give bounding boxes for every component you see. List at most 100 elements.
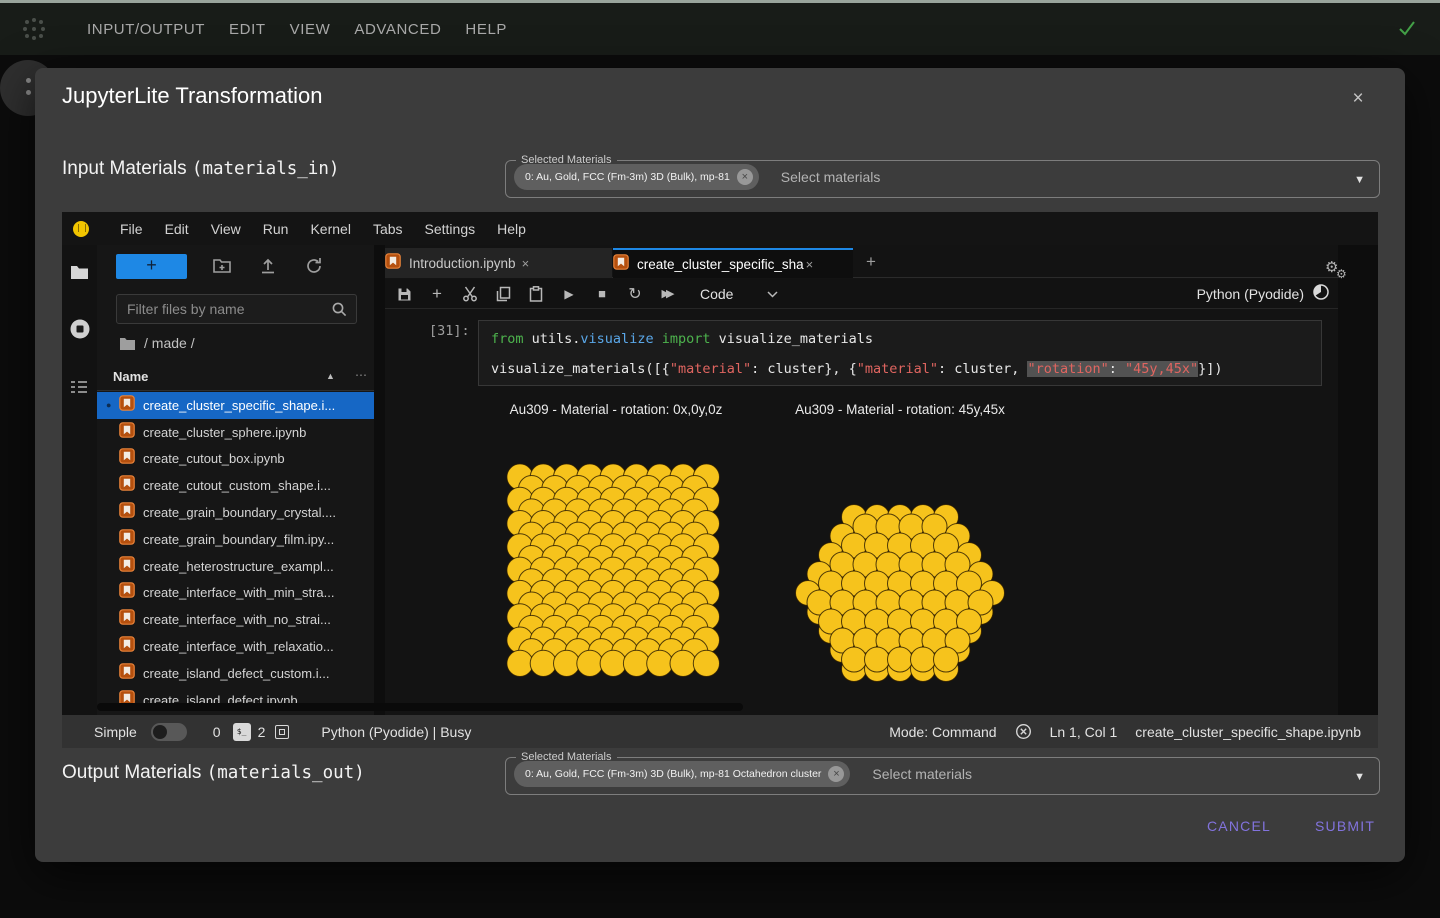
file-row[interactable]: create_grain_boundary_film.ipy... — [97, 526, 374, 553]
simple-mode-label: Simple — [94, 724, 137, 740]
tab-close-icon[interactable]: × — [522, 256, 530, 271]
file-list: ●create_cluster_specific_shape.i...creat… — [97, 392, 374, 714]
jupyter-menu-run[interactable]: Run — [252, 214, 300, 244]
input-materials-code: (materials_in) — [192, 159, 340, 179]
topbar-item-view[interactable]: VIEW — [278, 13, 343, 46]
cancel-button[interactable]: CANCEL — [1207, 818, 1271, 834]
filter-files-input[interactable] — [117, 295, 322, 323]
kernel-name[interactable]: Python (Pyodide) — [1197, 286, 1304, 302]
output-label-1: Au309 - Material - rotation: 0x,0y,0z — [510, 402, 723, 417]
jupyter-menu-file[interactable]: File — [109, 214, 154, 244]
run-cell-icon[interactable]: ▶ — [559, 287, 579, 301]
interrupt-kernel-icon[interactable]: ■ — [592, 286, 612, 301]
file-browser-icon[interactable] — [69, 262, 90, 283]
file-name: create_interface_with_no_strai... — [143, 612, 331, 627]
apps-grid-icon[interactable] — [23, 18, 45, 40]
file-row[interactable]: create_interface_with_min_stra... — [97, 580, 374, 607]
kernels-count[interactable]: 2 — [258, 724, 266, 740]
topbar-item-input-output[interactable]: INPUT/OUTPUT — [75, 13, 217, 46]
notebook-file-icon — [119, 475, 135, 496]
new-launcher-button[interactable]: + — [116, 254, 187, 279]
file-row[interactable]: ●create_cluster_specific_shape.i... — [97, 392, 374, 419]
select-materials-placeholder: Select materials — [872, 766, 972, 782]
file-row[interactable]: create_interface_with_relaxatio... — [97, 633, 374, 660]
code-token: }]) — [1198, 361, 1222, 377]
output-materials-label: Output Materials (materials_out) — [62, 762, 365, 784]
file-row[interactable]: create_interface_with_no_strai... — [97, 606, 374, 633]
notebook-file-icon — [119, 556, 135, 577]
cell-type-chevron-icon[interactable] — [767, 285, 778, 303]
add-tab-button[interactable]: + — [858, 249, 884, 275]
jupyter-menu-edit[interactable]: Edit — [154, 214, 200, 244]
jupyter-menu: FileEditViewRunKernelTabsSettingsHelp — [109, 214, 537, 244]
code-token: "45y,45x" — [1125, 361, 1198, 377]
cut-cell-icon[interactable] — [460, 285, 480, 302]
add-cell-icon[interactable]: + — [427, 284, 447, 304]
horizontal-scrollbar[interactable] — [97, 703, 743, 711]
file-row[interactable]: create_cutout_box.ipynb — [97, 446, 374, 473]
file-name: create_island_defect_custom.i... — [143, 666, 329, 681]
notebook-tab[interactable]: Introduction.ipynb × — [385, 248, 612, 278]
code-token: : cluster, — [938, 361, 1027, 377]
copy-cell-icon[interactable] — [493, 285, 513, 302]
tab-close-icon[interactable]: × — [806, 257, 814, 272]
statusbar-filename: create_cluster_specific_shape.ipynb — [1135, 724, 1361, 740]
jupyter-menu-help[interactable]: Help — [486, 214, 537, 244]
new-folder-icon[interactable] — [212, 256, 232, 276]
remove-material-icon[interactable]: × — [828, 766, 844, 782]
sort-ascending-icon[interactable]: ▲ — [326, 371, 335, 381]
upload-icon[interactable] — [258, 256, 278, 276]
notebook-tab-active[interactable]: create_cluster_specific_sha× — [613, 248, 853, 278]
refresh-icon[interactable] — [304, 256, 324, 276]
jupyter-menu-tabs[interactable]: Tabs — [362, 214, 414, 244]
input-materials-select[interactable]: Selected Materials 0: Au, Gold, FCC (Fm-… — [505, 154, 1380, 198]
file-list-header[interactable]: Name ▲ ⋯ — [97, 364, 374, 391]
topbar-item-advanced[interactable]: ADVANCED — [342, 13, 453, 46]
dialog-close-icon[interactable]: × — [1347, 88, 1369, 110]
dropdown-arrow-icon[interactable]: ▼ — [1354, 174, 1365, 186]
restart-kernel-icon[interactable]: ↻ — [625, 284, 645, 304]
paste-cell-icon[interactable] — [526, 285, 546, 302]
notebook-file-icon — [119, 448, 135, 469]
jupyterlite-app: FileEditViewRunKernelTabsSettingsHelp — [62, 212, 1378, 748]
file-row[interactable]: create_cluster_sphere.ipynb — [97, 419, 374, 446]
notebook-file-icon — [119, 582, 135, 603]
table-of-contents-icon[interactable] — [69, 378, 90, 399]
tab-label: Introduction.ipynb — [409, 256, 516, 271]
settings-gears-icon[interactable]: ⚙⚙ — [1321, 258, 1357, 288]
overflow-menu-icon[interactable]: ⋯ — [355, 368, 367, 382]
restart-run-all-icon[interactable]: ▶▶ — [658, 287, 678, 300]
file-row[interactable]: create_island_defect_custom.i... — [97, 660, 374, 687]
jupyter-menu-kernel[interactable]: Kernel — [299, 214, 361, 244]
material-chip[interactable]: 0: Au, Gold, FCC (Fm-3m) 3D (Bulk), mp-8… — [514, 164, 759, 190]
topbar-item-help[interactable]: HELP — [453, 13, 519, 46]
jupyter-menu-view[interactable]: View — [200, 214, 252, 244]
jupyter-menu-settings[interactable]: Settings — [414, 214, 487, 244]
file-name: create_interface_with_min_stra... — [143, 585, 334, 600]
notebook-file-icon — [119, 609, 135, 630]
command-mode-indicator[interactable]: Mode: Command — [889, 724, 996, 740]
dropdown-arrow-icon[interactable]: ▼ — [1354, 771, 1365, 783]
cursor-position[interactable]: Ln 1, Col 1 — [1050, 724, 1118, 740]
submit-button[interactable]: SUBMIT — [1315, 818, 1375, 834]
code-token: visualize_materials([{ — [491, 361, 670, 377]
file-row[interactable]: create_heterostructure_exampl... — [97, 553, 374, 580]
file-row[interactable]: create_cutout_custom_shape.i... — [97, 472, 374, 499]
terminals-count[interactable]: 0 — [213, 724, 221, 740]
kernel-status-text[interactable]: Python (Pyodide) | Busy — [321, 724, 471, 740]
material-chip[interactable]: 0: Au, Gold, FCC (Fm-3m) 3D (Bulk), mp-8… — [514, 761, 850, 787]
output-materials-select[interactable]: Selected Materials 0: Au, Gold, FCC (Fm-… — [505, 751, 1380, 795]
remove-material-icon[interactable]: × — [737, 169, 753, 185]
running-sessions-icon[interactable] — [69, 318, 90, 339]
code-cell[interactable]: from utils.visualize import visualize_ma… — [478, 320, 1322, 386]
name-column-header[interactable]: Name — [113, 369, 148, 384]
save-icon[interactable] — [394, 285, 414, 301]
file-name: create_interface_with_relaxatio... — [143, 639, 334, 654]
breadcrumb[interactable]: / made / — [119, 335, 195, 351]
cell-type-select[interactable]: Code — [700, 286, 733, 302]
topbar-item-edit[interactable]: EDIT — [217, 13, 278, 46]
file-row[interactable]: create_grain_boundary_crystal.... — [97, 499, 374, 526]
cluster-canvas — [440, 440, 1100, 700]
input-materials-label-text: Input Materials — [62, 158, 192, 179]
simple-mode-toggle[interactable] — [151, 723, 187, 741]
